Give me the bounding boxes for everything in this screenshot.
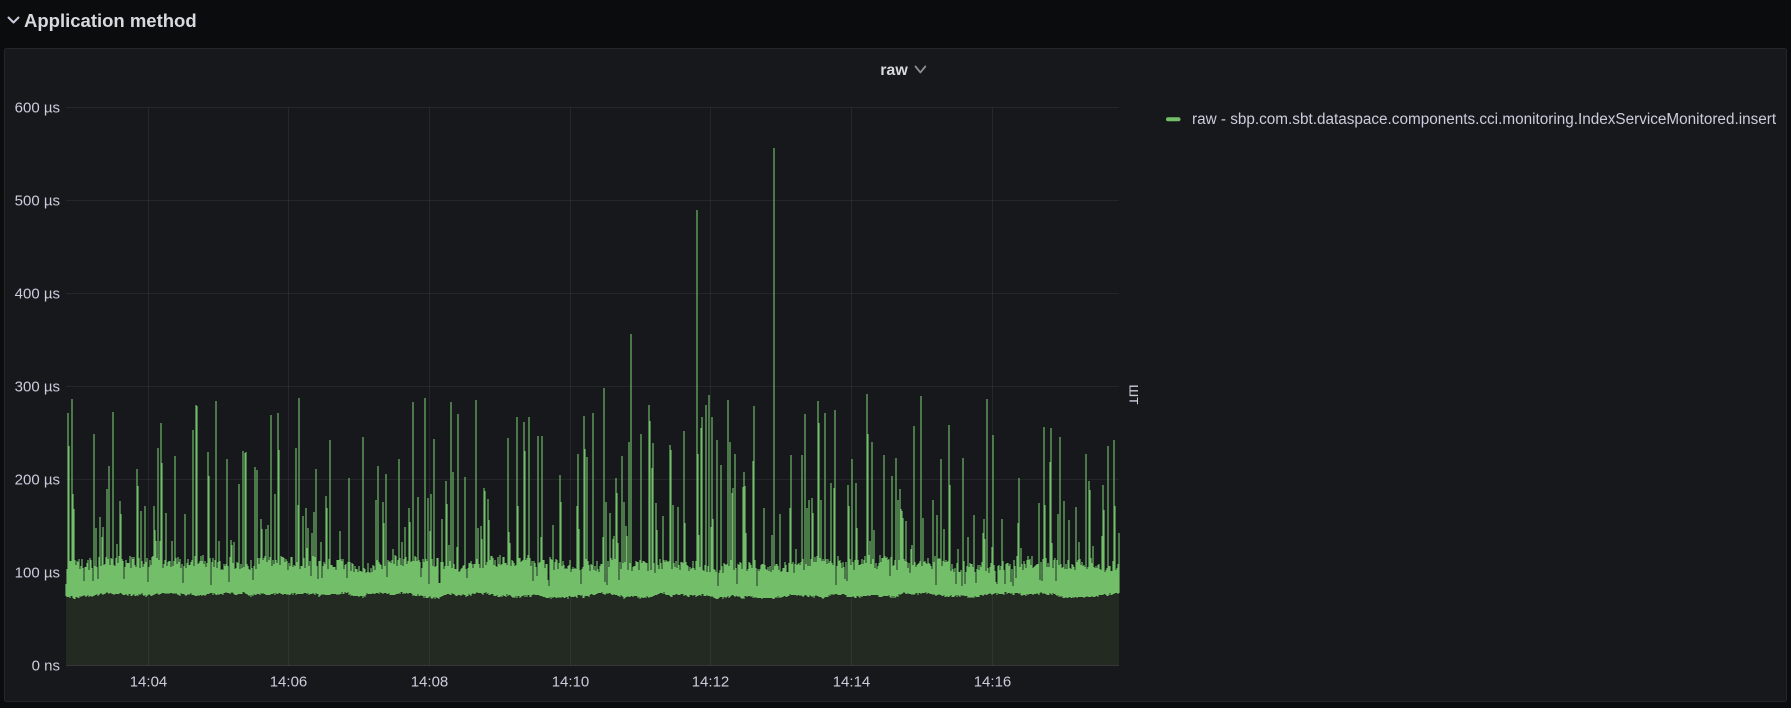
svg-text:500 µs: 500 µs [15, 193, 60, 210]
svg-text:300 µs: 300 µs [15, 379, 60, 396]
svg-text:14:14: 14:14 [833, 674, 871, 691]
svg-text:14:12: 14:12 [692, 674, 730, 691]
svg-text:200 µs: 200 µs [15, 472, 60, 489]
svg-text:Application method: Application method [24, 10, 197, 31]
svg-text:14:04: 14:04 [130, 674, 168, 691]
svg-text:600 µs: 600 µs [15, 100, 60, 117]
svg-text:14:08: 14:08 [411, 674, 449, 691]
svg-text:14:06: 14:06 [270, 674, 308, 691]
svg-text:14:10: 14:10 [552, 674, 590, 691]
svg-text:0 ns: 0 ns [32, 658, 60, 675]
svg-text:шт: шт [1126, 384, 1143, 405]
svg-text:raw - sbp.com.sbt.dataspace.co: raw - sbp.com.sbt.dataspace.components.c… [1192, 111, 1777, 128]
svg-text:100 µs: 100 µs [15, 565, 60, 582]
svg-text:raw: raw [880, 62, 908, 79]
svg-text:400 µs: 400 µs [15, 286, 60, 303]
svg-text:14:16: 14:16 [974, 674, 1012, 691]
